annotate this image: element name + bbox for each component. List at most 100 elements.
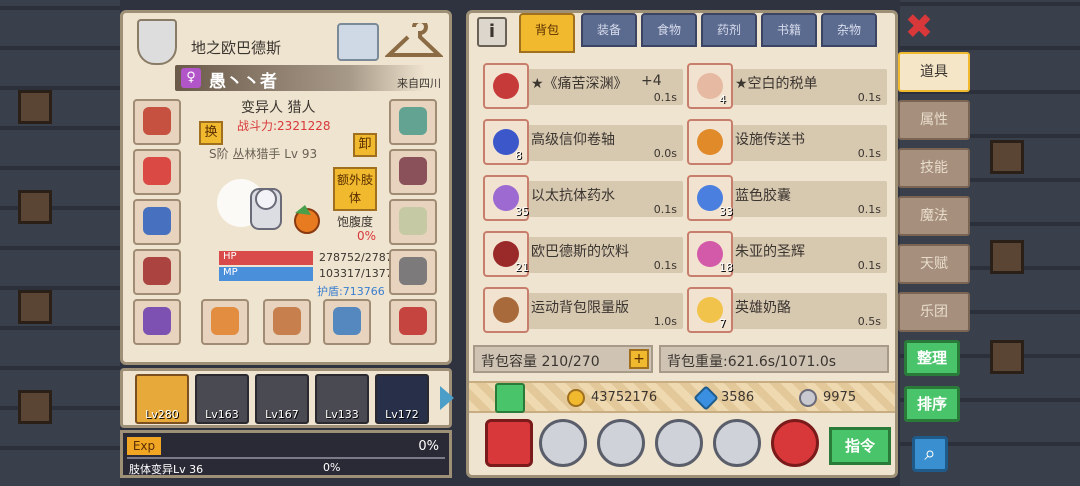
team-member-card[interactable]: Lv133 [315, 374, 369, 424]
team-member-level: Lv280 [145, 408, 179, 421]
tab-food[interactable]: 食物 [641, 13, 697, 47]
satiety-value: 0% [357, 229, 377, 243]
equip-slot-tool[interactable] [263, 299, 311, 345]
equip-slot-helmet[interactable] [133, 99, 181, 145]
equip-slot-gloves[interactable] [133, 249, 181, 295]
star-icon[interactable] [655, 419, 703, 467]
team-member-card[interactable]: Lv280 [135, 374, 189, 424]
tax-form-icon [687, 63, 733, 109]
sort-button[interactable]: 排序 [904, 386, 960, 422]
hp-bar: HP [219, 251, 313, 265]
gem-icon[interactable] [771, 419, 819, 467]
unload-button[interactable]: 卸 [353, 133, 377, 157]
expand-capacity-button[interactable]: + [629, 349, 649, 369]
equip-slot-boots[interactable] [389, 149, 437, 195]
item-time: 1.0s [653, 315, 677, 328]
item-count: 35 [515, 205, 529, 218]
character-sprite [217, 179, 320, 234]
tab-bag[interactable]: 背包 [519, 13, 575, 53]
item-time: 0.1s [653, 259, 677, 272]
team-next-arrow-icon[interactable] [440, 386, 454, 410]
bag-capacity: 背包容量 210/270 + [473, 345, 653, 373]
team-member-card[interactable]: Lv167 [255, 374, 309, 424]
magnify-icon[interactable] [597, 419, 645, 467]
equip-slot-shield[interactable] [389, 99, 437, 145]
wall-tile [18, 290, 52, 324]
subclass-label: S阶 丛林猎手 Lv 93 [209, 147, 318, 161]
equip-slot-charm[interactable] [389, 299, 437, 345]
list-item[interactable]: 8 高级信仰卷轴 0.0s [483, 119, 683, 169]
tab-potion[interactable]: 药剂 [701, 13, 757, 47]
swap-arrows-icon[interactable] [713, 419, 761, 467]
item-name: 英雄奶酪 [735, 300, 791, 316]
equip-slot-accessory[interactable] [389, 199, 437, 245]
item-count: 4 [719, 93, 726, 106]
hanger-icon[interactable] [385, 23, 443, 63]
list-item[interactable]: ★《痛苦深渊》 +4 0.1s [483, 63, 683, 113]
beacon-icon[interactable] [337, 23, 379, 61]
team-member-card[interactable]: Lv172 [375, 374, 429, 424]
mp-bar: MP [219, 267, 313, 281]
command-button[interactable]: 指令 [829, 427, 891, 465]
exp-panel: Exp 0% 肢体变异Lv 36 0% [120, 430, 452, 478]
mp-label: MP [223, 267, 238, 278]
guild-emblem-icon[interactable] [137, 19, 177, 65]
info-icon[interactable]: i [477, 17, 507, 47]
side-tab-band[interactable]: 乐团 [898, 292, 970, 332]
bag-panel: i 背包 装备 食物 药剂 书籍 杂物 ★《痛苦深渊》 +4 0.1s 4 ★空… [466, 10, 898, 478]
list-item[interactable]: 18 朱亚的圣辉 0.1s [687, 231, 887, 281]
item-name: 高级信仰卷轴 [531, 132, 615, 148]
equip-slot-armor[interactable] [133, 199, 181, 245]
equip-slot-ring[interactable] [133, 299, 181, 345]
list-item[interactable]: 7 英雄奶酪 0.5s [687, 287, 887, 337]
organize-button[interactable]: 整理 [904, 340, 960, 376]
side-tab-items[interactable]: 道具 [898, 52, 970, 92]
list-item[interactable]: 设施传送书 0.1s [687, 119, 887, 169]
item-name: ★《痛苦深渊》 [531, 76, 628, 92]
item-name: 蓝色胶囊 [735, 188, 791, 204]
close-icon[interactable]: ✖ [902, 10, 936, 46]
side-tab-magic[interactable]: 魔法 [898, 196, 970, 236]
green-bag-icon[interactable] [495, 383, 525, 413]
list-item[interactable]: 21 欧巴德斯的饮料 0.1s [483, 231, 683, 281]
list-item[interactable]: 33 蓝色胶囊 0.1s [687, 175, 887, 225]
exp-bar [127, 457, 445, 459]
equip-slot-weapon[interactable] [389, 249, 437, 295]
item-name: ★空白的税单 [735, 76, 818, 92]
tab-misc[interactable]: 杂物 [821, 13, 877, 47]
search-icon[interactable]: ⌕ [912, 436, 948, 472]
mp-value: 103317/1377 [319, 267, 393, 280]
item-time: 0.1s [857, 259, 881, 272]
hp-label: HP [223, 251, 237, 262]
combat-power: 战斗力:2321228 [237, 119, 331, 133]
diamond-amount: 3586 [721, 390, 755, 405]
side-tab-skills[interactable]: 技能 [898, 148, 970, 188]
team-member-card[interactable]: Lv163 [195, 374, 249, 424]
crosshair-icon[interactable] [539, 419, 587, 467]
extra-limb-button[interactable]: 额外肢体 [333, 167, 377, 211]
wall-tile [990, 340, 1024, 374]
tab-book[interactable]: 书籍 [761, 13, 817, 47]
book-icon [687, 119, 733, 165]
list-item[interactable]: 35 以太抗体药水 0.1s [483, 175, 683, 225]
item-count: 18 [719, 261, 733, 274]
sort-number-icon[interactable] [485, 419, 533, 467]
swap-button[interactable]: 换 [199, 121, 223, 145]
list-item[interactable]: 运动背包限量版 1.0s [483, 287, 683, 337]
bag-capacity-text: 背包容量 210/270 [481, 354, 600, 370]
equip-slot-pumpkin[interactable] [201, 299, 249, 345]
equip-slot-fish[interactable] [323, 299, 371, 345]
limb-mutation-label: 肢体变异Lv 36 [129, 463, 204, 476]
currency-bar: 43752176 3586 9975 [469, 381, 895, 413]
item-time: 0.1s [857, 91, 881, 104]
character-name: 愚丶丶者 [209, 72, 277, 92]
item-list: ★《痛苦深渊》 +4 0.1s 4 ★空白的税单 0.1s 8 高级信仰卷轴 0… [477, 63, 893, 343]
equip-slot-necklace[interactable] [133, 149, 181, 195]
team-member-level: Lv167 [265, 408, 299, 421]
tab-equipment[interactable]: 装备 [581, 13, 637, 47]
side-tab-attributes[interactable]: 属性 [898, 100, 970, 140]
exp-percent: 0% [418, 439, 439, 454]
side-tab-talent[interactable]: 天赋 [898, 244, 970, 284]
item-time: 0.1s [857, 203, 881, 216]
list-item[interactable]: 4 ★空白的税单 0.1s [687, 63, 887, 113]
